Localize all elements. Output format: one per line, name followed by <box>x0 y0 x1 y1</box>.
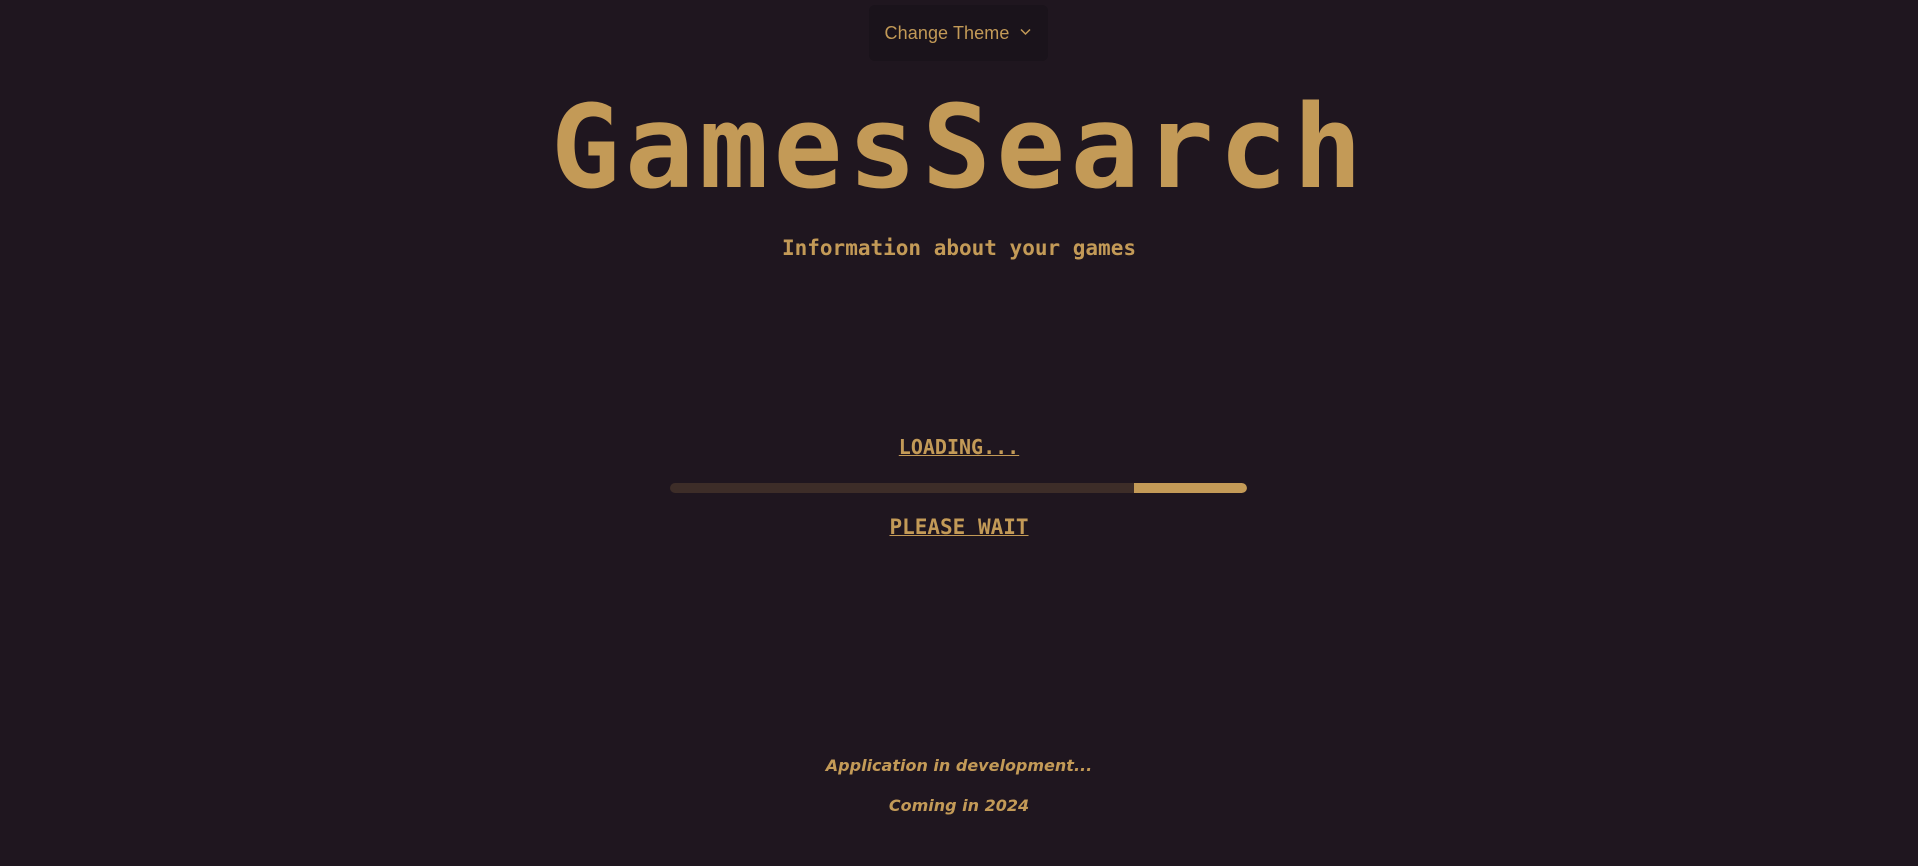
app-subtitle: Information about your games <box>781 236 1136 260</box>
release-notice: Coming in 2024 <box>888 796 1030 815</box>
loading-progress-bar <box>670 483 1247 493</box>
change-theme-button[interactable]: Change Theme <box>869 5 1048 61</box>
change-theme-label: Change Theme <box>884 22 1010 43</box>
loading-progress-fill <box>1134 483 1247 493</box>
development-notice: Application in development... <box>825 756 1093 775</box>
app-title: GamesSearch <box>550 81 1368 215</box>
chevron-down-icon <box>1019 25 1032 38</box>
please-wait-message: PLEASE WAIT <box>889 515 1029 539</box>
loading-status: LOADING... <box>898 435 1020 459</box>
